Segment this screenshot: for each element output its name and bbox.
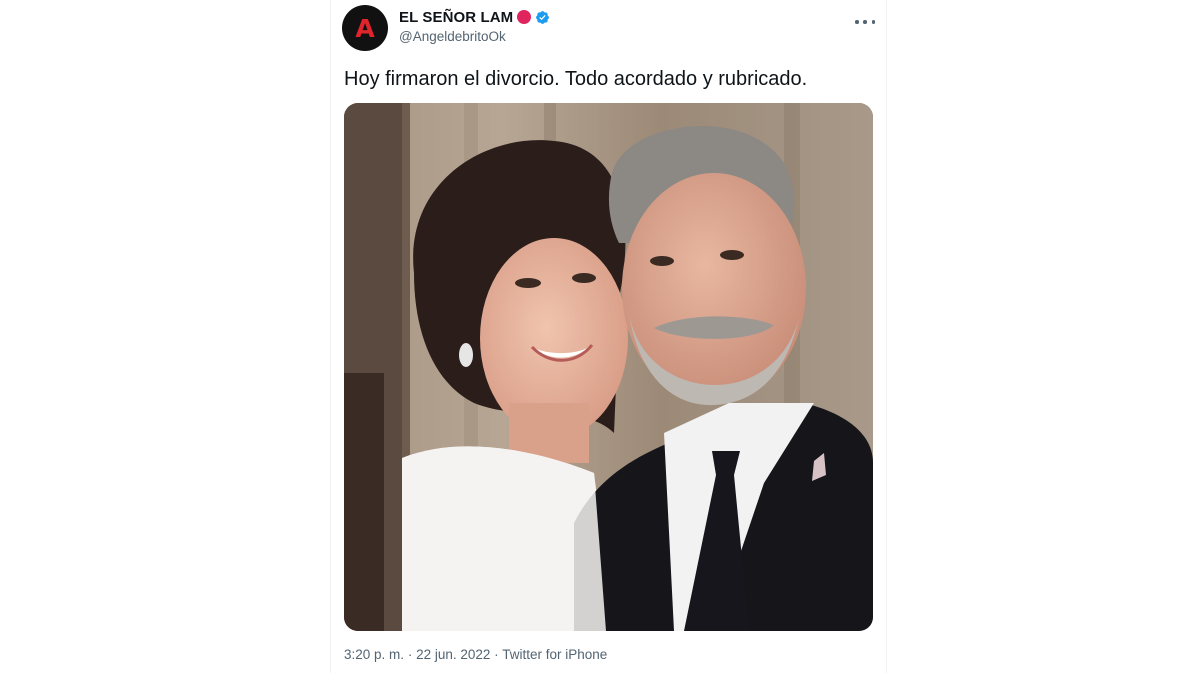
tweet-card: A EL SEÑOR LAM @AngeldebritoOk Hoy firma… bbox=[330, 0, 887, 673]
meta-separator: · bbox=[494, 647, 499, 662]
name-row: EL SEÑOR LAM bbox=[399, 7, 550, 27]
more-options-icon[interactable] bbox=[855, 15, 875, 29]
verified-badge-icon bbox=[536, 10, 550, 24]
tweet-meta: 3:20 p. m. · 22 jun. 2022 · Twitter for … bbox=[344, 647, 607, 662]
user-block: EL SEÑOR LAM @AngeldebritoOk bbox=[399, 7, 550, 44]
tweet-date[interactable]: 22 jun. 2022 bbox=[416, 647, 490, 662]
page: A EL SEÑOR LAM @AngeldebritoOk Hoy firma… bbox=[0, 0, 1200, 673]
tweet-photo[interactable] bbox=[344, 103, 873, 631]
tweet-header: A EL SEÑOR LAM @AngeldebritoOk bbox=[342, 5, 875, 53]
author-display-name[interactable]: EL SEÑOR LAM bbox=[399, 9, 513, 26]
tweet-text: Hoy firmaron el divorcio. Todo acordado … bbox=[344, 68, 808, 90]
meta-separator: · bbox=[407, 647, 413, 662]
tweet-source[interactable]: Twitter for iPhone bbox=[502, 647, 607, 662]
tweet-time[interactable]: 3:20 p. m. bbox=[344, 647, 404, 662]
more-dot bbox=[871, 20, 875, 24]
red-circle-icon bbox=[517, 10, 532, 24]
more-dot bbox=[855, 20, 859, 24]
photo-couple bbox=[344, 103, 873, 631]
author-avatar[interactable]: A bbox=[342, 5, 388, 51]
more-dot bbox=[863, 20, 867, 24]
avatar-letter: A bbox=[355, 13, 375, 43]
author-handle[interactable]: @AngeldebritoOk bbox=[399, 29, 550, 44]
